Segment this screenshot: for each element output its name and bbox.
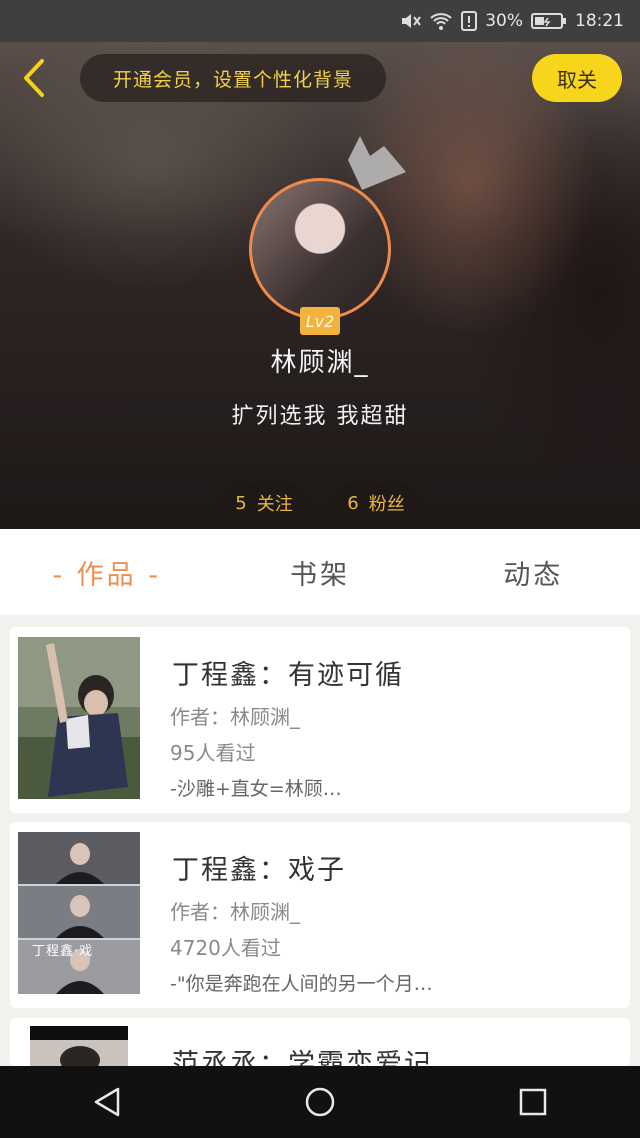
work-snippet: -沙雕+直女=林顾… — [170, 778, 342, 800]
work-cover-image — [18, 637, 140, 799]
work-view-count: 4720人看过 — [170, 936, 281, 960]
chevron-left-icon — [24, 59, 44, 97]
work-view-count: 95人看过 — [170, 741, 256, 765]
work-card[interactable]: 丁程鑫：有迹可循 作者：林顾渊_ 95人看过 -沙雕+直女=林顾… — [10, 627, 630, 813]
nav-recents-button[interactable] — [503, 1072, 563, 1132]
fans-label: 粉丝 — [368, 494, 405, 515]
work-author: 作者：林顾渊_ — [170, 900, 300, 924]
work-snippet: -"你是奔跑在人间的另一个月… — [170, 973, 433, 995]
unfollow-button[interactable]: 取关 — [532, 54, 622, 102]
wifi-icon — [429, 11, 453, 31]
battery-percent: 30% — [485, 11, 523, 31]
following-count: 5 — [235, 492, 247, 514]
username: 林顾渊_ — [270, 348, 370, 378]
work-cover-image: 丁程鑫·戏 — [18, 832, 140, 994]
fans-count-button[interactable]: 6 粉丝 — [330, 482, 422, 524]
work-title: 丁程鑫：有迹可循 — [172, 660, 404, 691]
work-author: 作者：林顾渊_ — [170, 705, 300, 729]
back-button[interactable] — [14, 56, 54, 100]
system-nav-bar — [0, 1066, 640, 1138]
status-bar: 30% 18:21 — [0, 0, 640, 42]
work-card[interactable]: 范丞丞：学霸恋爱记 — [10, 1018, 630, 1066]
profile-tabs: - 作品 - 书架 动态 — [0, 529, 640, 615]
triangle-back-icon — [94, 1087, 119, 1117]
level-badge: Lv2 — [300, 307, 340, 335]
battery-icon — [531, 12, 567, 30]
work-cover-caption: 丁程鑫·戏 — [32, 944, 94, 959]
tab-bookshelf[interactable]: 书架 — [213, 553, 426, 592]
work-cover-image — [30, 1026, 128, 1066]
profile-header: 开通会员，设置个性化背景 取关 Lv2 林顾渊_ 扩列选我 我超甜 5 关注 6… — [0, 42, 640, 529]
nav-back-button[interactable] — [77, 1072, 137, 1132]
alert-icon — [461, 11, 478, 31]
work-title: 范丞丞：学霸恋爱记 — [172, 1049, 433, 1066]
tab-activity[interactable]: 动态 — [427, 553, 640, 592]
following-count-button[interactable]: 5 关注 — [218, 482, 310, 524]
mute-icon — [399, 11, 422, 31]
circle-home-icon — [305, 1087, 335, 1117]
tab-works[interactable]: - 作品 - — [0, 553, 213, 592]
vip-background-prompt[interactable]: 开通会员，设置个性化背景 — [80, 54, 386, 102]
work-title: 丁程鑫：戏子 — [172, 855, 346, 886]
square-recents-icon — [520, 1088, 547, 1116]
work-card[interactable]: 丁程鑫·戏 丁程鑫：戏子 作者：林顾渊_ 4720人看过 -"你是奔跑在人间的另… — [10, 822, 630, 1008]
avatar[interactable] — [249, 178, 391, 320]
fans-count: 6 — [347, 492, 359, 514]
clock: 18:21 — [575, 11, 624, 31]
following-label: 关注 — [256, 494, 293, 515]
nav-home-button[interactable] — [290, 1072, 350, 1132]
profile-signature: 扩列选我 我超甜 — [231, 404, 409, 429]
